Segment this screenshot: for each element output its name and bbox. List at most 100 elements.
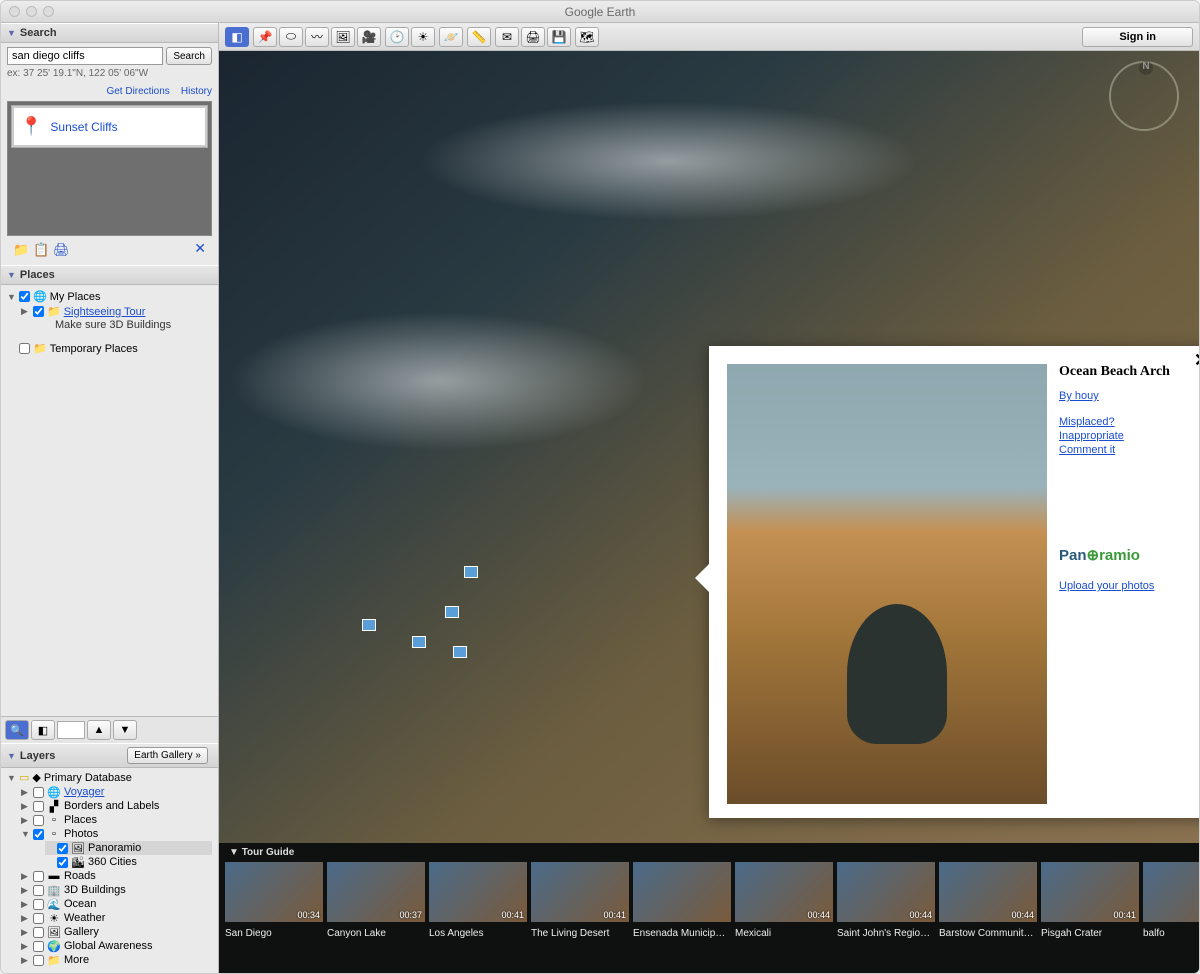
comment-link[interactable]: Comment it <box>1059 444 1197 456</box>
close-results-icon[interactable]: ✕ <box>194 240 206 257</box>
layer-checkbox[interactable] <box>33 801 44 812</box>
record-tour-button[interactable]: 🎥 <box>357 27 381 47</box>
planet-button[interactable]: 🪐 <box>439 27 463 47</box>
layer-item[interactable]: ▶🌊Ocean <box>21 897 212 911</box>
layer-item[interactable]: ▶🌍Global Awareness <box>21 939 212 953</box>
sightseeing-checkbox[interactable] <box>33 306 44 317</box>
tour-label: Barstow Communit… <box>939 928 1037 939</box>
layer-checkbox[interactable] <box>33 927 44 938</box>
misplaced-link[interactable]: Misplaced? <box>1059 416 1197 428</box>
sidebar-toggle-button[interactable]: ◧ <box>225 27 249 47</box>
search-input[interactable] <box>7 47 163 65</box>
layers-panel-header[interactable]: ▼Layers Earth Gallery » <box>1 743 218 768</box>
tour-guide-item[interactable]: 00:41The Living Desert <box>531 862 629 939</box>
ruler-button[interactable]: 📏 <box>467 27 491 47</box>
path-button[interactable]: 〰 <box>305 27 329 47</box>
tour-guide-item[interactable]: 00:34San Diego <box>225 862 323 939</box>
save-search-icon[interactable]: 📁 <box>13 242 27 256</box>
result-link[interactable]: Sunset Cliffs <box>50 120 117 134</box>
places-panel-header[interactable]: ▼Places <box>1 265 218 285</box>
history-link[interactable]: History <box>181 86 212 97</box>
search-panel-header[interactable]: ▼Search <box>1 23 218 43</box>
layer-checkbox[interactable] <box>57 843 68 854</box>
layer-checkbox[interactable] <box>57 857 68 868</box>
popup-close-button[interactable]: ✕ <box>1194 350 1199 371</box>
layer-checkbox[interactable] <box>33 899 44 910</box>
save-image-button[interactable]: 💾 <box>547 27 571 47</box>
tour-guide-item[interactable]: balfo <box>1143 862 1199 939</box>
layer-checkbox[interactable] <box>33 815 44 826</box>
layer-item[interactable]: ▶🏢3D Buildings <box>21 883 212 897</box>
tour-guide-item[interactable]: 00:37Canyon Lake <box>327 862 425 939</box>
sightseeing-node[interactable]: ▶📁Sightseeing Tour <box>21 304 212 319</box>
tour-guide-item[interactable]: 00:41Los Angeles <box>429 862 527 939</box>
down-button[interactable]: ▼ <box>113 720 137 740</box>
my-places-node[interactable]: ▼🌐My Places <box>7 289 212 304</box>
photo-marker[interactable] <box>453 646 467 658</box>
print-icon[interactable]: 🖨 <box>53 242 67 256</box>
layer-item[interactable]: ▼▫Photos <box>21 827 212 841</box>
inappropriate-link[interactable]: Inappropriate <box>1059 430 1197 442</box>
sun-button[interactable]: ☀ <box>411 27 435 47</box>
layer-checkbox[interactable] <box>33 885 44 896</box>
photo-marker[interactable] <box>445 606 459 618</box>
polygon-button[interactable]: ⬭ <box>279 27 303 47</box>
search-button[interactable]: Search <box>166 47 212 65</box>
earth-gallery-button[interactable]: Earth Gallery » <box>127 747 208 764</box>
tour-guide-item[interactable]: 00:44Saint John's Regio… <box>837 862 935 939</box>
layer-checkbox[interactable] <box>33 941 44 952</box>
tour-label: Los Angeles <box>429 928 527 939</box>
layer-item[interactable]: 🏙360 Cities <box>45 855 212 869</box>
map-viewport[interactable]: N ✕ Ocean Beach Arch By houy Misplaced? … <box>219 51 1199 843</box>
placemark-button[interactable]: 📌 <box>253 27 277 47</box>
photo-marker[interactable] <box>412 636 426 648</box>
tour-guide-item[interactable]: Ensenada Municip… <box>633 862 731 939</box>
layer-link[interactable]: Voyager <box>64 786 104 798</box>
layer-item[interactable]: ▶📁More <box>21 953 212 967</box>
search-result-item[interactable]: 📍 Sunset Cliffs <box>11 105 208 148</box>
opacity-slider[interactable] <box>57 721 85 739</box>
layer-item[interactable]: ▶🖼Gallery <box>21 925 212 939</box>
layer-checkbox[interactable] <box>33 955 44 966</box>
sightseeing-link[interactable]: Sightseeing Tour <box>64 306 146 318</box>
layer-checkbox[interactable] <box>33 913 44 924</box>
layer-icon: 🌍 <box>47 940 61 952</box>
layer-item[interactable]: 🖼Panoramio <box>45 841 212 855</box>
navigation-compass[interactable]: N <box>1109 61 1189 221</box>
tour-guide-item[interactable]: 00:44Mexicali <box>735 862 833 939</box>
my-places-checkbox[interactable] <box>19 291 30 302</box>
image-overlay-button[interactable]: 🖼 <box>331 27 355 47</box>
photo-marker[interactable] <box>362 619 376 631</box>
layer-item[interactable]: ▶🌐Voyager <box>21 785 212 799</box>
layer-icon: 🏙 <box>71 856 85 868</box>
tour-guide-item[interactable]: 00:44Barstow Communit… <box>939 862 1037 939</box>
layer-checkbox[interactable] <box>33 871 44 882</box>
photo-marker[interactable] <box>464 566 478 578</box>
history-button[interactable]: 🕑 <box>385 27 409 47</box>
popup-author-link[interactable]: By houy <box>1059 390 1197 402</box>
email-button[interactable]: ✉ <box>495 27 519 47</box>
tour-guide-header[interactable]: ▼ Tour Guide <box>219 843 1199 862</box>
zoom-window-button[interactable] <box>43 6 54 17</box>
print-button[interactable]: 🖨 <box>521 27 545 47</box>
minimize-window-button[interactable] <box>26 6 37 17</box>
panel-tool-button[interactable]: ◧ <box>31 720 55 740</box>
close-window-button[interactable] <box>9 6 20 17</box>
layer-item[interactable]: ▶☀Weather <box>21 911 212 925</box>
get-directions-link[interactable]: Get Directions <box>106 86 169 97</box>
layer-checkbox[interactable] <box>33 829 44 840</box>
temporary-places-node[interactable]: 📁Temporary Places <box>7 341 212 356</box>
sign-in-button[interactable]: Sign in <box>1082 27 1193 47</box>
layer-item[interactable]: ▶▫Places <box>21 813 212 827</box>
temporary-checkbox[interactable] <box>19 343 30 354</box>
search-tool-button[interactable]: 🔍 <box>5 720 29 740</box>
layer-item[interactable]: ▶▞Borders and Labels <box>21 799 212 813</box>
primary-database-node[interactable]: ▼▭◆Primary Database <box>7 770 212 785</box>
layer-checkbox[interactable] <box>33 787 44 798</box>
view-in-maps-button[interactable]: 🗺 <box>575 27 599 47</box>
layer-item[interactable]: ▶▬Roads <box>21 869 212 883</box>
copy-icon[interactable]: 📋 <box>33 242 47 256</box>
upload-photos-link[interactable]: Upload your photos <box>1059 580 1197 592</box>
up-button[interactable]: ▲ <box>87 720 111 740</box>
tour-guide-item[interactable]: 00:41Pisgah Crater <box>1041 862 1139 939</box>
